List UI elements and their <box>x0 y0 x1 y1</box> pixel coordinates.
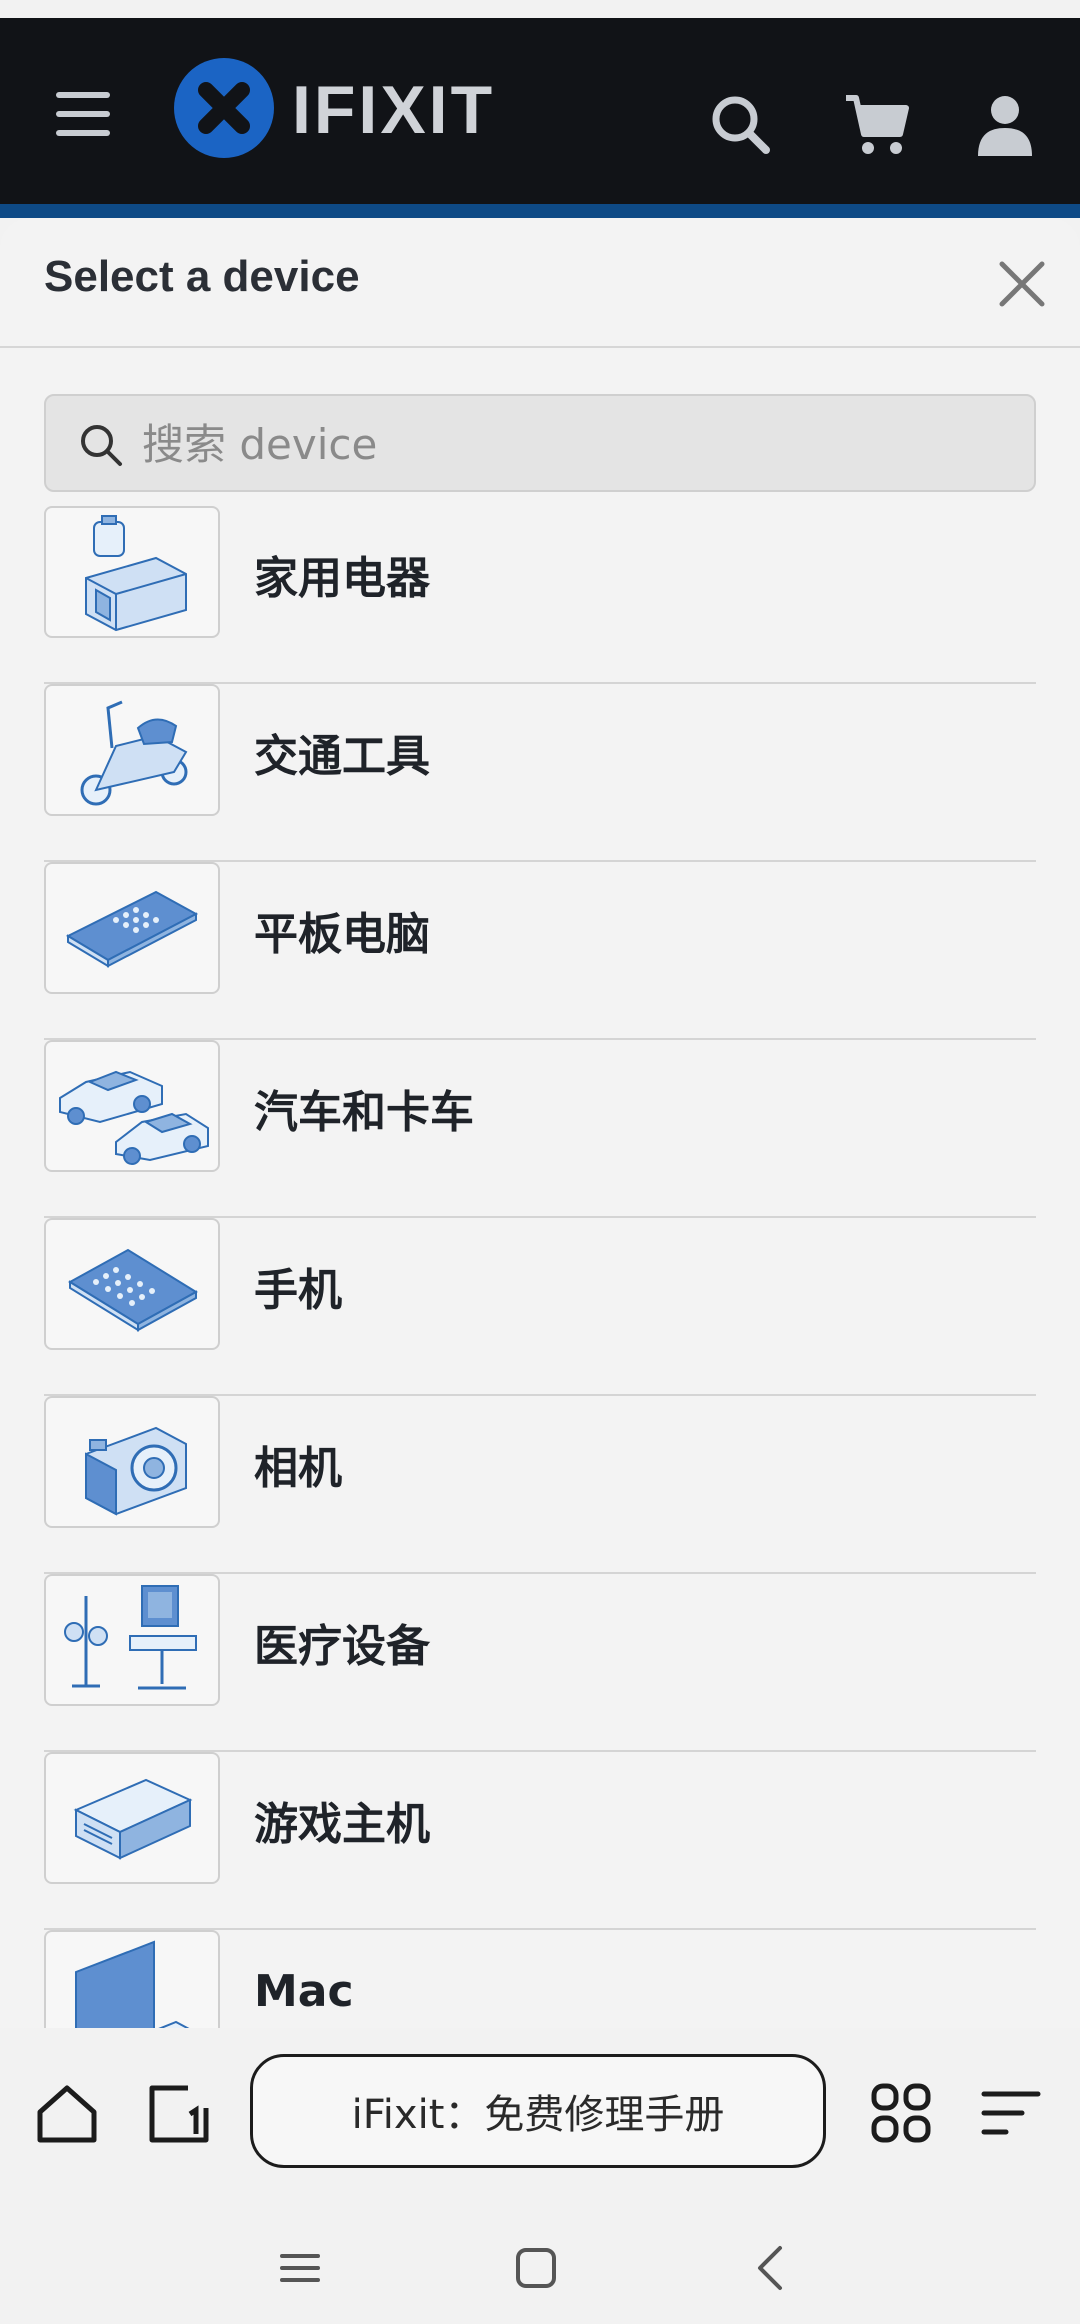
medical-icon <box>44 1574 220 1706</box>
url-title-pill[interactable]: iFixit：免费修理手册 <box>250 2054 826 2168</box>
sheet-title: Select a device <box>44 252 360 301</box>
home-square-icon[interactable] <box>506 2238 566 2298</box>
close-icon[interactable] <box>994 256 1050 312</box>
appliances-icon <box>44 506 220 638</box>
device-item-label: 医疗设备 <box>254 1621 430 1672</box>
logo-text[interactable]: IFIXIT <box>292 76 495 144</box>
mac-icon <box>44 1930 220 2028</box>
status-strip <box>0 0 1080 18</box>
system-navigation-bar <box>0 2208 1080 2324</box>
camera-icon <box>44 1396 220 1528</box>
recents-icon[interactable] <box>270 2238 330 2298</box>
device-item-label: Mac <box>254 1966 354 2017</box>
console-icon <box>44 1752 220 1884</box>
device-item-phones[interactable]: 手机 <box>44 1218 1036 1396</box>
sheet-header: Select a device <box>0 218 1080 348</box>
device-item-cameras[interactable]: 相机 <box>44 1396 1036 1574</box>
tab-counter-icon[interactable] <box>144 2078 214 2148</box>
search-icon[interactable] <box>706 90 776 160</box>
device-item-label: 汽车和卡车 <box>254 1087 474 1138</box>
grid-icon[interactable] <box>866 2078 936 2148</box>
device-item-mac[interactable]: Mac <box>44 1930 1036 2028</box>
tablet-icon <box>44 862 220 994</box>
device-item-medical[interactable]: 医疗设备 <box>44 1574 1036 1752</box>
device-item-label: 交通工具 <box>254 731 430 782</box>
device-search[interactable] <box>44 394 1036 492</box>
browser-toolbar: iFixit：免费修理手册 <box>0 2028 1080 2208</box>
device-item-label: 相机 <box>254 1443 342 1494</box>
device-selector-sheet: Select a device 家用电器 <box>0 218 1080 2028</box>
device-item-consoles[interactable]: 游戏主机 <box>44 1752 1036 1930</box>
home-icon[interactable] <box>32 2078 102 2148</box>
device-item-label: 手机 <box>254 1265 342 1316</box>
user-icon[interactable] <box>970 90 1040 160</box>
phone-icon <box>44 1218 220 1350</box>
header-accent <box>0 204 1080 218</box>
device-item-vehicles[interactable]: 交通工具 <box>44 684 1036 862</box>
menu-lines-icon[interactable] <box>976 2078 1046 2148</box>
device-item-label: 平板电脑 <box>254 909 430 960</box>
cars-icon <box>44 1040 220 1172</box>
scooter-icon <box>44 684 220 816</box>
hamburger-icon[interactable] <box>52 86 114 142</box>
search-icon <box>81 425 122 466</box>
device-list: 家用电器 交通工具 平板电脑 汽车和卡车 手机 相机 医疗设备 游戏主机 Mac <box>44 506 1036 2028</box>
cart-icon[interactable] <box>842 90 912 160</box>
device-item-label: 游戏主机 <box>254 1799 430 1850</box>
device-item-tablets[interactable]: 平板电脑 <box>44 862 1036 1040</box>
back-icon[interactable] <box>742 2238 802 2298</box>
ifixit-logo-icon[interactable] <box>174 58 274 158</box>
device-item-cars[interactable]: 汽车和卡车 <box>44 1040 1036 1218</box>
device-item-appliances[interactable]: 家用电器 <box>44 506 1036 684</box>
search-input[interactable] <box>142 414 1002 474</box>
site-header: IFIXIT <box>0 18 1080 218</box>
device-item-label: 家用电器 <box>254 553 430 604</box>
